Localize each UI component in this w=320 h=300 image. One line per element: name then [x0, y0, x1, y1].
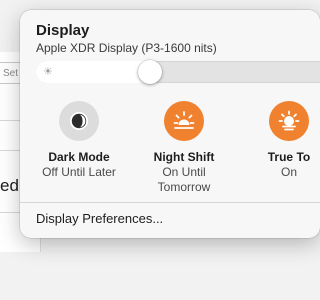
night-shift-button[interactable] — [164, 101, 204, 141]
tile-night-shift[interactable]: Night Shift On Until Tomorrow — [138, 101, 230, 195]
sun-icon: ☀ — [43, 66, 53, 78]
display-panel: Display Apple XDR Display (P3-1600 nits)… — [20, 10, 320, 238]
background-divider — [0, 212, 22, 213]
dark-mode-icon — [70, 112, 88, 130]
brightness-slider-knob[interactable] — [138, 60, 162, 84]
night-shift-icon — [173, 111, 195, 129]
night-shift-status: On Until Tomorrow — [157, 165, 211, 194]
panel-divider — [20, 202, 320, 203]
background-text: ed — [0, 176, 19, 195]
night-shift-label: Night Shift — [153, 150, 215, 164]
dark-mode-label: Dark Mode — [48, 150, 110, 164]
background-divider — [0, 120, 22, 121]
background-divider — [0, 150, 22, 151]
tile-dark-mode[interactable]: Dark Mode Off Until Later — [33, 101, 125, 180]
panel-title: Display — [36, 22, 90, 39]
dark-mode-button[interactable] — [59, 101, 99, 141]
brightness-slider[interactable]: ☀ — [36, 60, 320, 84]
panel-subtitle: Apple XDR Display (P3-1600 nits) — [36, 41, 217, 55]
true-tone-status: On — [280, 165, 297, 179]
true-tone-label: True To — [267, 150, 311, 164]
true-tone-icon — [278, 110, 300, 131]
display-preferences-link[interactable]: Display Preferences... — [36, 211, 163, 226]
tile-true-tone[interactable]: True To On — [243, 101, 320, 180]
dark-mode-status: Off Until Later — [42, 165, 116, 179]
true-tone-button[interactable] — [269, 101, 309, 141]
